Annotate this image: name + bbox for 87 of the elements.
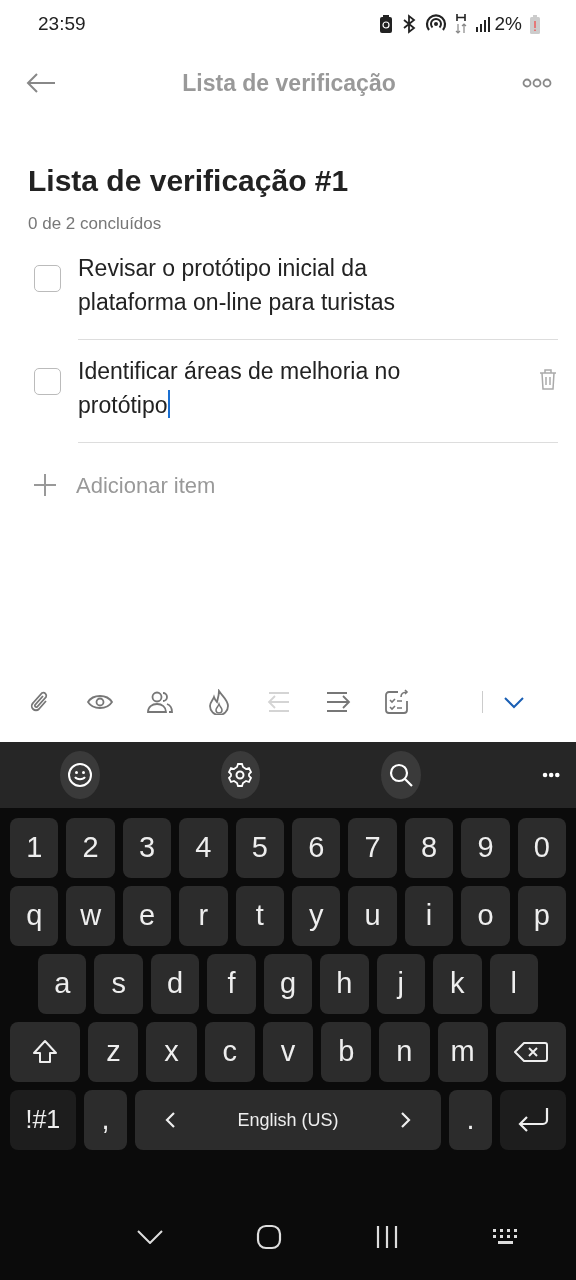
smiley-icon bbox=[66, 762, 93, 788]
keyboard-settings-button[interactable] bbox=[220, 751, 261, 799]
trash-icon bbox=[538, 367, 558, 390]
keyboard-key[interactable]: u bbox=[348, 886, 397, 946]
search-button[interactable] bbox=[381, 751, 421, 799]
keyboard-icon bbox=[491, 1228, 520, 1246]
keyboard-key[interactable]: o bbox=[461, 886, 510, 946]
symbols-key[interactable]: !#1 bbox=[10, 1090, 76, 1150]
keyboard-key[interactable]: t bbox=[235, 886, 285, 946]
keyboard-key[interactable]: v bbox=[262, 1022, 314, 1082]
keyboard-key[interactable]: x bbox=[146, 1022, 197, 1082]
keyboard-key[interactable]: z bbox=[88, 1022, 139, 1082]
keyboard-key[interactable]: c bbox=[204, 1022, 255, 1082]
enter-icon bbox=[517, 1107, 550, 1133]
keyboard-key[interactable]: i bbox=[404, 886, 454, 946]
header-title: Lista de verificação bbox=[182, 68, 396, 98]
checklist-icon bbox=[384, 689, 411, 715]
shift-icon bbox=[31, 1038, 60, 1066]
home-button[interactable] bbox=[255, 1224, 282, 1250]
progress-text: 0 de 2 concluídos bbox=[28, 213, 163, 235]
chevron-left-icon bbox=[165, 1112, 176, 1128]
battery-saver-icon bbox=[378, 14, 393, 34]
keyboard-key[interactable]: s bbox=[94, 954, 143, 1014]
keyboard-key[interactable]: 8 bbox=[404, 818, 454, 878]
backspace-icon bbox=[513, 1041, 548, 1063]
backspace-key[interactable] bbox=[495, 1022, 566, 1082]
keyboard-key[interactable]: b bbox=[321, 1022, 372, 1082]
keyboard-key[interactable]: m bbox=[437, 1022, 488, 1082]
keyboard-key[interactable]: j bbox=[376, 954, 426, 1014]
outdent-icon bbox=[265, 689, 292, 715]
keyboard-key[interactable]: f bbox=[207, 954, 256, 1014]
language-label: English (US) bbox=[237, 1108, 339, 1132]
checkbox[interactable] bbox=[34, 367, 61, 395]
signal-icon bbox=[474, 16, 491, 32]
chevron-right-icon bbox=[400, 1112, 411, 1128]
keyboard-key[interactable]: w bbox=[66, 886, 115, 946]
keyboard-key[interactable]: 4 bbox=[179, 818, 228, 878]
keyboard-key[interactable]: 5 bbox=[235, 818, 285, 878]
keyboard-key[interactable]: p bbox=[517, 886, 567, 946]
keyboard-key[interactable]: . bbox=[448, 1090, 493, 1150]
item-text[interactable]: Identificar áreas de melhoria no protótipo bbox=[78, 353, 453, 422]
battery-percent: 2% bbox=[494, 11, 522, 36]
shift-key[interactable] bbox=[10, 1022, 81, 1082]
keyboard-key[interactable]: 9 bbox=[461, 818, 510, 878]
checklist-title: Lista de verificação #1 bbox=[28, 163, 350, 199]
keyboard-key[interactable]: l bbox=[489, 954, 538, 1014]
keyboard-key[interactable]: , bbox=[83, 1090, 128, 1150]
recents-button[interactable] bbox=[374, 1225, 399, 1249]
keyboard-key[interactable]: 7 bbox=[348, 818, 397, 878]
chevron-down-icon bbox=[136, 1230, 163, 1244]
keyboard-key[interactable]: 6 bbox=[292, 818, 341, 878]
keyboard-key[interactable]: 2 bbox=[66, 818, 115, 878]
keyboard-key[interactable]: g bbox=[263, 954, 313, 1014]
keyboard-key[interactable]: n bbox=[379, 1022, 430, 1082]
back-nav-button[interactable] bbox=[136, 1230, 163, 1244]
keyboard-key[interactable]: 1 bbox=[10, 818, 59, 878]
emoji-button[interactable] bbox=[60, 751, 100, 799]
back-button[interactable] bbox=[26, 72, 56, 94]
keyboard-key[interactable]: e bbox=[122, 886, 172, 946]
indent-icon bbox=[324, 689, 351, 715]
search-icon bbox=[387, 762, 414, 788]
more-icon bbox=[522, 77, 552, 89]
more-button[interactable] bbox=[522, 77, 552, 89]
home-icon bbox=[255, 1224, 282, 1250]
keyboard-key[interactable]: 0 bbox=[517, 818, 567, 878]
keyboard-switch-button[interactable] bbox=[491, 1228, 520, 1246]
keyboard-key[interactable]: y bbox=[292, 886, 341, 946]
item-text[interactable]: Revisar o protótipo inicial da plataforma on-line para turistas bbox=[78, 250, 453, 319]
network-type-icon bbox=[454, 13, 467, 35]
back-arrow-icon bbox=[26, 72, 56, 94]
keyboard-key[interactable]: a bbox=[38, 954, 87, 1014]
clock-time: 23:59 bbox=[38, 11, 86, 36]
enter-key[interactable] bbox=[500, 1090, 566, 1150]
keyboard-key[interactable]: d bbox=[150, 954, 200, 1014]
battery-icon bbox=[530, 14, 540, 34]
checkbox[interactable] bbox=[34, 264, 61, 292]
space-key[interactable]: English (US) bbox=[135, 1090, 441, 1150]
plus-icon bbox=[34, 474, 56, 496]
recents-icon bbox=[374, 1225, 399, 1249]
keyboard-key[interactable]: 3 bbox=[122, 818, 172, 878]
more-icon[interactable] bbox=[541, 771, 560, 779]
people-icon bbox=[146, 689, 173, 715]
keyboard-key[interactable]: k bbox=[433, 954, 482, 1014]
settings-icon bbox=[227, 762, 254, 788]
keyboard-key[interactable]: h bbox=[320, 954, 369, 1014]
keyboard-key[interactable]: q bbox=[10, 886, 59, 946]
keyboard-key[interactable]: r bbox=[179, 886, 228, 946]
